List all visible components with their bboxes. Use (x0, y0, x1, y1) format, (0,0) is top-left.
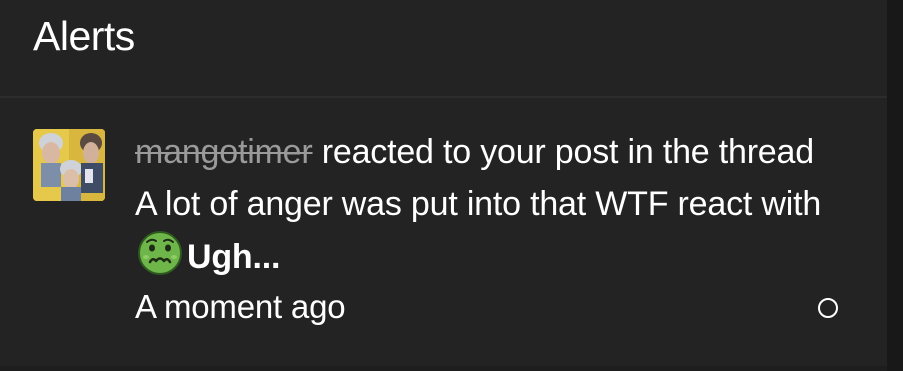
alert-item[interactable]: mangotimer reacted to your post in the t… (0, 98, 887, 366)
reaction-name: Ugh... (187, 238, 281, 276)
alert-thread-link[interactable]: A lot of anger was put into that WTF (135, 185, 668, 223)
mark-read-toggle[interactable] (818, 298, 838, 318)
avatar-image (33, 129, 105, 201)
avatar[interactable] (33, 129, 105, 201)
alert-text-action: reacted to your post in the thread (312, 133, 814, 171)
alert-message: mangotimer reacted to your post in the t… (135, 126, 835, 283)
page-title: Alerts (33, 13, 135, 59)
alert-text-react: react with (668, 185, 822, 223)
alerts-panel: Alerts mangotimer reacted to your post i… (0, 0, 887, 371)
alert-username-link[interactable]: mangotimer (135, 133, 313, 171)
alert-timestamp: A moment ago (135, 288, 346, 325)
alerts-page: Alerts mangotimer reacted to your post i… (0, 0, 903, 371)
list-bottom-divider (0, 366, 887, 371)
scroll-edge (887, 0, 903, 371)
nauseated-face-icon (137, 230, 183, 276)
